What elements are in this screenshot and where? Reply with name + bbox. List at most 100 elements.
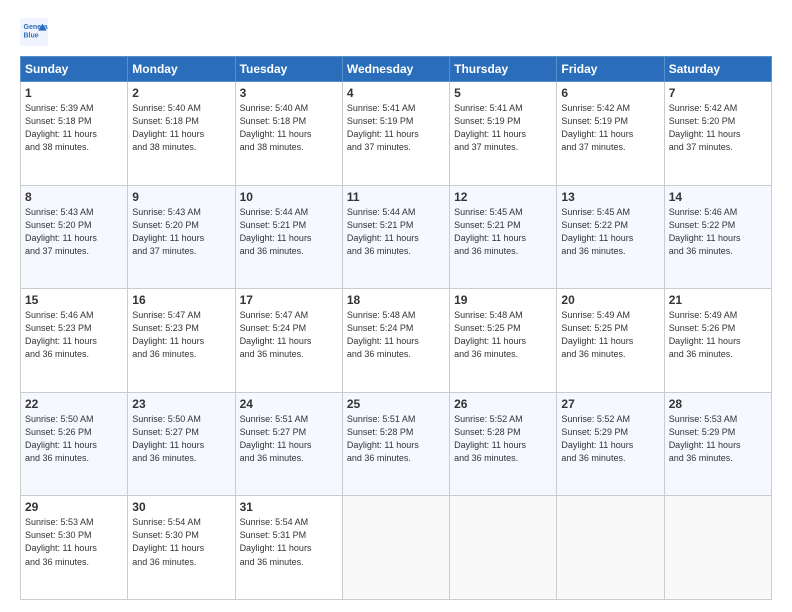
calendar-day-cell: 14Sunrise: 5:46 AM Sunset: 5:22 PM Dayli… xyxy=(664,185,771,289)
day-info: Sunrise: 5:46 AM Sunset: 5:22 PM Dayligh… xyxy=(669,206,767,258)
day-number: 8 xyxy=(25,190,123,204)
day-number: 30 xyxy=(132,500,230,514)
day-number: 21 xyxy=(669,293,767,307)
logo: General Blue xyxy=(20,18,52,46)
day-number: 28 xyxy=(669,397,767,411)
calendar-header-row: SundayMondayTuesdayWednesdayThursdayFrid… xyxy=(21,57,772,82)
day-info: Sunrise: 5:41 AM Sunset: 5:19 PM Dayligh… xyxy=(454,102,552,154)
day-number: 5 xyxy=(454,86,552,100)
day-info: Sunrise: 5:49 AM Sunset: 5:25 PM Dayligh… xyxy=(561,309,659,361)
day-number: 26 xyxy=(454,397,552,411)
day-info: Sunrise: 5:46 AM Sunset: 5:23 PM Dayligh… xyxy=(25,309,123,361)
calendar-day-cell: 11Sunrise: 5:44 AM Sunset: 5:21 PM Dayli… xyxy=(342,185,449,289)
day-header-monday: Monday xyxy=(128,57,235,82)
day-info: Sunrise: 5:39 AM Sunset: 5:18 PM Dayligh… xyxy=(25,102,123,154)
day-info: Sunrise: 5:50 AM Sunset: 5:27 PM Dayligh… xyxy=(132,413,230,465)
calendar-day-cell: 27 Sunrise: 5:52 AM Sunset: 5:29 PM Dayli… xyxy=(557,392,664,496)
empty-cell xyxy=(450,496,557,600)
calendar-table: SundayMondayTuesdayWednesdayThursdayFrid… xyxy=(20,56,772,600)
day-info: Sunrise: 5:52 AM Sunset: 5:28 PM Dayligh… xyxy=(454,413,552,465)
day-info: Sunrise: 5:47 AM Sunset: 5:24 PM Dayligh… xyxy=(240,309,338,361)
header: General Blue xyxy=(20,18,772,46)
calendar-day-cell: 8 Sunrise: 5:43 AM Sunset: 5:20 PM Daylig… xyxy=(21,185,128,289)
svg-text:Blue: Blue xyxy=(24,33,39,40)
empty-cell xyxy=(342,496,449,600)
day-header-wednesday: Wednesday xyxy=(342,57,449,82)
calendar-day-cell: 13Sunrise: 5:45 AM Sunset: 5:22 PM Dayli… xyxy=(557,185,664,289)
day-info: Sunrise: 5:44 AM Sunset: 5:21 PM Dayligh… xyxy=(240,206,338,258)
calendar-day-cell: 28 Sunrise: 5:53 AM Sunset: 5:29 PM Dayli… xyxy=(664,392,771,496)
day-header-thursday: Thursday xyxy=(450,57,557,82)
day-number: 18 xyxy=(347,293,445,307)
calendar-day-cell: 12Sunrise: 5:45 AM Sunset: 5:21 PM Dayli… xyxy=(450,185,557,289)
calendar-week-row: 1 Sunrise: 5:39 AM Sunset: 5:18 PM Daylig… xyxy=(21,82,772,186)
day-number: 17 xyxy=(240,293,338,307)
day-number: 9 xyxy=(132,190,230,204)
day-info: Sunrise: 5:40 AM Sunset: 5:18 PM Dayligh… xyxy=(132,102,230,154)
day-info: Sunrise: 5:53 AM Sunset: 5:29 PM Dayligh… xyxy=(669,413,767,465)
day-number: 15 xyxy=(25,293,123,307)
day-info: Sunrise: 5:48 AM Sunset: 5:25 PM Dayligh… xyxy=(454,309,552,361)
day-info: Sunrise: 5:44 AM Sunset: 5:21 PM Dayligh… xyxy=(347,206,445,258)
calendar-day-cell: 7Sunrise: 5:42 AM Sunset: 5:20 PM Daylig… xyxy=(664,82,771,186)
day-info: Sunrise: 5:49 AM Sunset: 5:26 PM Dayligh… xyxy=(669,309,767,361)
calendar-day-cell: 21 Sunrise: 5:49 AM Sunset: 5:26 PM Dayli… xyxy=(664,289,771,393)
day-info: Sunrise: 5:54 AM Sunset: 5:31 PM Dayligh… xyxy=(240,516,338,568)
day-info: Sunrise: 5:41 AM Sunset: 5:19 PM Dayligh… xyxy=(347,102,445,154)
calendar-week-row: 8 Sunrise: 5:43 AM Sunset: 5:20 PM Daylig… xyxy=(21,185,772,289)
day-header-sunday: Sunday xyxy=(21,57,128,82)
calendar-day-cell: 4 Sunrise: 5:41 AM Sunset: 5:19 PM Daylig… xyxy=(342,82,449,186)
day-number: 23 xyxy=(132,397,230,411)
day-info: Sunrise: 5:48 AM Sunset: 5:24 PM Dayligh… xyxy=(347,309,445,361)
calendar-day-cell: 1 Sunrise: 5:39 AM Sunset: 5:18 PM Daylig… xyxy=(21,82,128,186)
day-number: 4 xyxy=(347,86,445,100)
day-info: Sunrise: 5:43 AM Sunset: 5:20 PM Dayligh… xyxy=(132,206,230,258)
calendar-day-cell: 10 Sunrise: 5:44 AM Sunset: 5:21 PM Dayli… xyxy=(235,185,342,289)
day-info: Sunrise: 5:52 AM Sunset: 5:29 PM Dayligh… xyxy=(561,413,659,465)
empty-cell xyxy=(664,496,771,600)
day-number: 25 xyxy=(347,397,445,411)
day-info: Sunrise: 5:54 AM Sunset: 5:30 PM Dayligh… xyxy=(132,516,230,568)
empty-cell xyxy=(557,496,664,600)
day-number: 10 xyxy=(240,190,338,204)
day-number: 2 xyxy=(132,86,230,100)
day-header-tuesday: Tuesday xyxy=(235,57,342,82)
day-number: 1 xyxy=(25,86,123,100)
calendar-day-cell: 18 Sunrise: 5:48 AM Sunset: 5:24 PM Dayli… xyxy=(342,289,449,393)
calendar-day-cell: 20 Sunrise: 5:49 AM Sunset: 5:25 PM Dayli… xyxy=(557,289,664,393)
calendar-day-cell: 23 Sunrise: 5:50 AM Sunset: 5:27 PM Dayli… xyxy=(128,392,235,496)
calendar-day-cell: 9 Sunrise: 5:43 AM Sunset: 5:20 PM Daylig… xyxy=(128,185,235,289)
calendar-day-cell: 29Sunrise: 5:53 AM Sunset: 5:30 PM Dayli… xyxy=(21,496,128,600)
calendar-day-cell: 19 Sunrise: 5:48 AM Sunset: 5:25 PM Dayli… xyxy=(450,289,557,393)
logo-icon: General Blue xyxy=(20,18,48,46)
day-info: Sunrise: 5:47 AM Sunset: 5:23 PM Dayligh… xyxy=(132,309,230,361)
day-number: 27 xyxy=(561,397,659,411)
calendar-week-row: 15 Sunrise: 5:46 AM Sunset: 5:23 PM Dayli… xyxy=(21,289,772,393)
day-number: 13 xyxy=(561,190,659,204)
day-info: Sunrise: 5:42 AM Sunset: 5:19 PM Dayligh… xyxy=(561,102,659,154)
day-info: Sunrise: 5:51 AM Sunset: 5:28 PM Dayligh… xyxy=(347,413,445,465)
calendar-day-cell: 30 Sunrise: 5:54 AM Sunset: 5:30 PM Dayli… xyxy=(128,496,235,600)
calendar-day-cell: 6 Sunrise: 5:42 AM Sunset: 5:19 PM Daylig… xyxy=(557,82,664,186)
day-number: 20 xyxy=(561,293,659,307)
day-number: 19 xyxy=(454,293,552,307)
day-info: Sunrise: 5:50 AM Sunset: 5:26 PM Dayligh… xyxy=(25,413,123,465)
calendar-day-cell: 31 Sunrise: 5:54 AM Sunset: 5:31 PM Dayli… xyxy=(235,496,342,600)
day-info: Sunrise: 5:51 AM Sunset: 5:27 PM Dayligh… xyxy=(240,413,338,465)
day-number: 6 xyxy=(561,86,659,100)
day-header-saturday: Saturday xyxy=(664,57,771,82)
calendar-day-cell: 17 Sunrise: 5:47 AM Sunset: 5:24 PM Dayli… xyxy=(235,289,342,393)
calendar-day-cell: 15 Sunrise: 5:46 AM Sunset: 5:23 PM Dayli… xyxy=(21,289,128,393)
calendar-day-cell: 2 Sunrise: 5:40 AM Sunset: 5:18 PM Daylig… xyxy=(128,82,235,186)
day-info: Sunrise: 5:43 AM Sunset: 5:20 PM Dayligh… xyxy=(25,206,123,258)
calendar-day-cell: 22Sunrise: 5:50 AM Sunset: 5:26 PM Dayli… xyxy=(21,392,128,496)
day-number: 3 xyxy=(240,86,338,100)
calendar-day-cell: 24 Sunrise: 5:51 AM Sunset: 5:27 PM Dayli… xyxy=(235,392,342,496)
day-number: 24 xyxy=(240,397,338,411)
calendar-day-cell: 25 Sunrise: 5:51 AM Sunset: 5:28 PM Dayli… xyxy=(342,392,449,496)
calendar-day-cell: 26 Sunrise: 5:52 AM Sunset: 5:28 PM Dayli… xyxy=(450,392,557,496)
calendar-day-cell: 5 Sunrise: 5:41 AM Sunset: 5:19 PM Daylig… xyxy=(450,82,557,186)
day-info: Sunrise: 5:45 AM Sunset: 5:21 PM Dayligh… xyxy=(454,206,552,258)
day-number: 31 xyxy=(240,500,338,514)
calendar-week-row: 29Sunrise: 5:53 AM Sunset: 5:30 PM Dayli… xyxy=(21,496,772,600)
